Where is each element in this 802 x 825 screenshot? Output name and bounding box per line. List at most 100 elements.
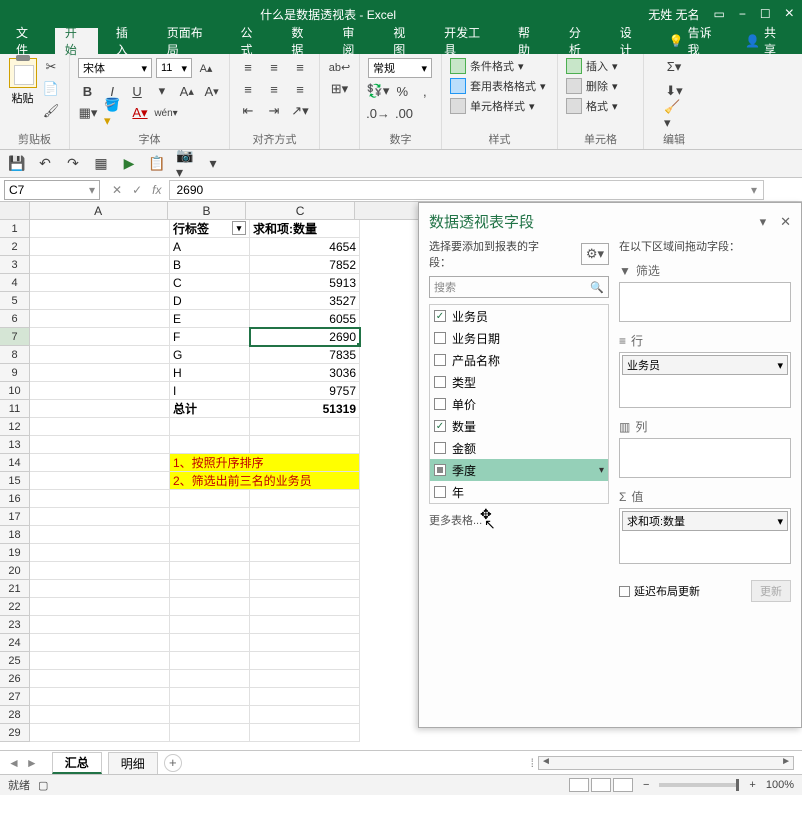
pivot-total-value[interactable]: 51319 xyxy=(250,400,360,418)
conditional-formatting-button[interactable]: 条件格式▾ xyxy=(450,58,549,74)
formula-input[interactable]: 2690▾ xyxy=(169,180,764,200)
row-header-29[interactable]: 29 xyxy=(0,724,30,742)
cell[interactable] xyxy=(250,616,360,634)
pivot-value-label[interactable]: 求和项:数量 xyxy=(250,220,360,238)
col-header-C[interactable]: C xyxy=(246,202,354,219)
row-header-12[interactable]: 12 xyxy=(0,418,30,436)
pivot-total-label[interactable]: 总计 xyxy=(170,400,250,418)
bold-button[interactable]: B xyxy=(78,82,97,100)
zoom-in-button[interactable]: + xyxy=(749,779,755,791)
row-header-22[interactable]: 22 xyxy=(0,598,30,616)
field-item-product[interactable]: 产品名称 xyxy=(430,349,608,371)
tab-home[interactable]: 开始 xyxy=(55,28,98,54)
values-drop-area[interactable]: 求和项:数量▾ xyxy=(619,508,791,564)
share-button[interactable]: 👤共享 xyxy=(737,24,794,58)
page-break-view-button[interactable] xyxy=(613,778,633,792)
cell[interactable] xyxy=(250,490,360,508)
decrease-indent-button[interactable]: ⇤ xyxy=(238,102,258,120)
cell[interactable] xyxy=(170,634,250,652)
row-header-26[interactable]: 26 xyxy=(0,670,30,688)
note-2[interactable]: 2、筛选出前三名的业务员 xyxy=(170,472,360,490)
qat-button-3[interactable]: 📋 xyxy=(148,155,166,173)
align-middle-button[interactable]: ≡ xyxy=(264,58,284,76)
fill-button[interactable]: ⬇▾ xyxy=(664,82,684,100)
tab-file[interactable]: 文件 xyxy=(8,28,47,54)
cell[interactable] xyxy=(30,580,170,598)
cell[interactable] xyxy=(250,724,360,742)
number-format-select[interactable]: 常规▾ xyxy=(368,58,432,78)
pivot-row-value[interactable]: 4654 xyxy=(250,238,360,256)
tab-design[interactable]: 设计 xyxy=(610,28,653,54)
tab-data[interactable]: 数据 xyxy=(281,28,324,54)
fill-color-button[interactable]: 🪣▾ xyxy=(104,104,124,122)
pivot-row-key[interactable]: C xyxy=(170,274,250,292)
cell[interactable] xyxy=(30,364,170,382)
align-bottom-button[interactable]: ≡ xyxy=(290,58,310,76)
cell[interactable] xyxy=(170,670,250,688)
font-size-select[interactable]: 11▾ xyxy=(156,58,192,78)
row-header-24[interactable]: 24 xyxy=(0,634,30,652)
field-item-date[interactable]: 业务日期 xyxy=(430,327,608,349)
horizontal-scrollbar[interactable] xyxy=(538,756,794,770)
normal-view-button[interactable] xyxy=(569,778,589,792)
field-search-input[interactable]: 搜索 🔍 xyxy=(429,276,609,298)
field-item-year[interactable]: 年 xyxy=(430,481,608,503)
tell-me[interactable]: 💡告诉我 xyxy=(661,24,729,58)
cell[interactable] xyxy=(30,652,170,670)
cell[interactable] xyxy=(30,526,170,544)
maximize-button[interactable]: ☐ xyxy=(760,7,771,21)
cell[interactable] xyxy=(30,400,170,418)
tab-help[interactable]: 帮助 xyxy=(508,28,551,54)
cell[interactable] xyxy=(250,418,360,436)
pivot-row-key[interactable]: G xyxy=(170,346,250,364)
pivot-row-value[interactable]: 7852 xyxy=(250,256,360,274)
insert-cells-button[interactable]: 插入▾ xyxy=(566,58,635,74)
cell[interactable] xyxy=(30,436,170,454)
cell[interactable] xyxy=(30,688,170,706)
row-header-10[interactable]: 10 xyxy=(0,382,30,400)
row-header-6[interactable]: 6 xyxy=(0,310,30,328)
select-all-corner[interactable] xyxy=(0,202,30,219)
close-button[interactable]: × xyxy=(785,5,794,23)
cell[interactable] xyxy=(30,292,170,310)
pivot-row-label[interactable]: 行标签▾ xyxy=(170,220,250,238)
tab-review[interactable]: 审阅 xyxy=(332,28,375,54)
cell-styles-button[interactable]: 单元格样式▾ xyxy=(450,98,549,114)
more-tables-link[interactable]: 更多表格... xyxy=(429,512,609,528)
increase-indent-button[interactable]: ⇥ xyxy=(264,102,284,120)
cell[interactable] xyxy=(250,652,360,670)
rows-drop-area[interactable]: 业务员▾ xyxy=(619,352,791,408)
defer-layout-checkbox[interactable]: 延迟布局更新 xyxy=(619,583,700,599)
cell[interactable] xyxy=(30,562,170,580)
cell[interactable] xyxy=(30,220,170,238)
decrease-decimal-button[interactable]: .00 xyxy=(394,104,414,122)
row-header-18[interactable]: 18 xyxy=(0,526,30,544)
zoom-slider[interactable] xyxy=(659,783,739,787)
sheet-nav-prev[interactable]: ◄ xyxy=(8,756,20,770)
align-right-button[interactable]: ≡ xyxy=(290,80,310,98)
font-color-button[interactable]: A▾ xyxy=(130,104,150,122)
wrap-text-button[interactable]: ab↩ xyxy=(330,58,350,76)
pane-tools-button[interactable]: ⚙▾ xyxy=(581,243,609,265)
row-header-15[interactable]: 15 xyxy=(0,472,30,490)
redo-button[interactable]: ↷ xyxy=(64,155,82,173)
cell[interactable] xyxy=(30,472,170,490)
col-header-B[interactable]: B xyxy=(168,202,247,219)
cell[interactable] xyxy=(30,454,170,472)
orientation-button[interactable]: ↗▾ xyxy=(290,102,310,120)
row-header-3[interactable]: 3 xyxy=(0,256,30,274)
cell[interactable] xyxy=(250,508,360,526)
cell[interactable] xyxy=(170,436,250,454)
enter-formula-button[interactable]: ✓ xyxy=(132,183,142,197)
field-item-salesperson[interactable]: 业务员 xyxy=(430,305,608,327)
pivot-row-key[interactable]: H xyxy=(170,364,250,382)
row-field-pill[interactable]: 业务员▾ xyxy=(622,355,788,375)
new-sheet-button[interactable]: + xyxy=(164,754,182,772)
row-header-17[interactable]: 17 xyxy=(0,508,30,526)
row-header-8[interactable]: 8 xyxy=(0,346,30,364)
format-painter-button[interactable]: 🖌 xyxy=(41,102,61,120)
cell[interactable] xyxy=(250,562,360,580)
cell[interactable] xyxy=(170,724,250,742)
columns-drop-area[interactable] xyxy=(619,438,791,478)
cell[interactable] xyxy=(30,724,170,742)
